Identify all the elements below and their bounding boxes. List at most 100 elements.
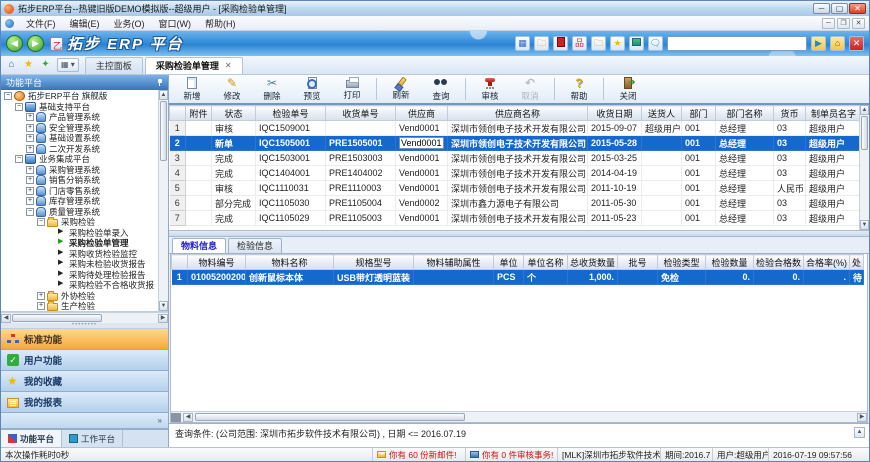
- detail-horizontal-scrollbar[interactable]: ◀ ▶: [171, 411, 867, 422]
- menu-业务(O)[interactable]: 业务(O): [107, 18, 152, 30]
- column-header-物料名称[interactable]: 物料名称: [246, 255, 334, 270]
- column-header-附件[interactable]: 附件: [186, 106, 212, 121]
- menu-帮助(H)[interactable]: 帮助(H): [198, 18, 243, 30]
- notebook-icon[interactable]: [553, 36, 568, 51]
- column-header-收货日期[interactable]: 收货日期: [588, 106, 642, 121]
- column-header-收货单号[interactable]: 收货单号: [326, 106, 396, 121]
- toolbar-button-帮助[interactable]: 帮助: [560, 75, 598, 103]
- inspection-order-row[interactable]: 5审核IQC1110031PRE1110003Vend0001深圳市领创电子技术…: [170, 181, 860, 196]
- toolbar-button-新增[interactable]: 新增: [173, 75, 211, 103]
- expand-icon[interactable]: +: [26, 197, 34, 205]
- toolbar-button-审核[interactable]: 审核: [471, 75, 509, 103]
- inline-edit-field[interactable]: Vend0001: [399, 137, 444, 149]
- toolbar-button-刷新[interactable]: 刷新: [382, 75, 420, 103]
- view-selector-button[interactable]: ▦ ▾: [57, 58, 79, 72]
- column-header-检验数量[interactable]: 检验数量: [706, 255, 754, 270]
- accordion-用户功能[interactable]: 用户功能: [1, 350, 168, 371]
- scroll-right-icon[interactable]: ▶: [158, 314, 168, 323]
- minimize-button[interactable]: ─: [813, 3, 830, 14]
- collapse-icon[interactable]: −: [26, 208, 34, 216]
- expand-icon[interactable]: +: [26, 176, 34, 184]
- toolbar-button-预览[interactable]: 预览: [293, 75, 331, 103]
- column-header-送货人[interactable]: 送货人: [642, 106, 682, 121]
- expand-icon[interactable]: +: [26, 113, 34, 121]
- inspection-order-row[interactable]: 4完成IQC1404001PRE1404002Vend0001深圳市领创电子技术…: [170, 166, 860, 181]
- inspection-order-row[interactable]: 1审核IQC1509001Vend0001深圳市领创电子技术开发有限公司2015…: [170, 121, 860, 136]
- column-header-制单员名字[interactable]: 制单员名字: [806, 106, 860, 121]
- column-header-供应商[interactable]: 供应商: [396, 106, 448, 121]
- status-mail[interactable]: 你有 60 份新邮件!: [373, 448, 466, 461]
- run-icon[interactable]: ▶: [811, 36, 826, 51]
- folder-add-icon[interactable]: 🗀: [591, 36, 606, 51]
- scroll-up-icon[interactable]: ▲: [860, 105, 869, 115]
- collapse-panel-icon[interactable]: ▲: [854, 427, 865, 438]
- expand-icon[interactable]: +: [37, 302, 45, 310]
- column-header-货币[interactable]: 货币: [774, 106, 806, 121]
- inspection-order-row[interactable]: 2新单IQC1505001PRE1505001Vend0001深圳市领创电子技术…: [170, 136, 860, 151]
- pin-icon[interactable]: [156, 79, 163, 86]
- column-header-单位[interactable]: 单位: [494, 255, 524, 270]
- column-header-总收货数量[interactable]: 总收货数量: [568, 255, 618, 270]
- folder-icon[interactable]: 🗀: [534, 36, 549, 51]
- detail-tab-检验信息[interactable]: 检验信息: [228, 238, 282, 253]
- accordion-标准功能[interactable]: 标准功能: [1, 329, 168, 350]
- expand-icon[interactable]: +: [26, 166, 34, 174]
- expand-icon[interactable]: +: [26, 187, 34, 195]
- tab-主控面板[interactable]: 主控面板: [85, 57, 143, 74]
- column-header-检验单号[interactable]: 检验单号: [256, 106, 326, 121]
- column-header-合格率(%)[interactable]: 合格率(%): [804, 255, 850, 270]
- scroll-down-icon[interactable]: ▼: [860, 220, 869, 230]
- tab-采购检验单管理[interactable]: 采购检验单管理✕: [145, 57, 243, 74]
- accordion-我的收藏[interactable]: 我的收藏: [1, 371, 168, 392]
- status-audit-tasks[interactable]: 你有 0 件审核事务!: [466, 448, 558, 461]
- scroll-left-icon[interactable]: ◀: [1, 314, 11, 323]
- menu-文件(F)[interactable]: 文件(F): [19, 18, 63, 30]
- column-header-部门[interactable]: 部门: [682, 106, 716, 121]
- help-bubble-icon[interactable]: 🗨: [648, 36, 663, 51]
- layout-icon[interactable]: ▦: [515, 36, 530, 51]
- column-header-部门名称[interactable]: 部门名称: [716, 106, 774, 121]
- expand-icon[interactable]: +: [26, 124, 34, 132]
- column-header-检验合格数[interactable]: 检验合格数: [754, 255, 804, 270]
- tree-vertical-scrollbar[interactable]: ▲ ▼: [158, 90, 168, 311]
- detail-tab-物料信息[interactable]: 物料信息: [172, 238, 226, 253]
- column-header-检验类型[interactable]: 检验类型: [658, 255, 706, 270]
- column-header-状态[interactable]: 状态: [212, 106, 256, 121]
- inspection-order-row[interactable]: 7完成IQC1105029PRE1105003Vend0001深圳市领创电子技术…: [170, 211, 860, 226]
- mdi-minimize-button[interactable]: ─: [822, 18, 835, 29]
- banner-search-input[interactable]: [667, 36, 807, 51]
- home-icon[interactable]: ⌂: [830, 36, 845, 51]
- collapse-icon[interactable]: −: [15, 103, 23, 111]
- scroll-left-icon[interactable]: ◀: [183, 413, 193, 422]
- column-header-供应商名称[interactable]: 供应商名称: [448, 106, 588, 121]
- expand-icon[interactable]: +: [37, 292, 45, 300]
- toolbar-button-查询[interactable]: 查询: [422, 75, 460, 103]
- menu-编辑(E)[interactable]: 编辑(E): [63, 18, 107, 30]
- exit-icon[interactable]: ✕: [849, 36, 864, 51]
- column-header-物料编号[interactable]: 物料编号: [188, 255, 246, 270]
- desktop-icon[interactable]: [629, 36, 644, 51]
- orgchart-icon[interactable]: 品: [572, 36, 587, 51]
- menu-窗口(W)[interactable]: 窗口(W): [152, 18, 199, 30]
- back-button[interactable]: ◀: [6, 35, 23, 52]
- scroll-down-icon[interactable]: ▼: [159, 301, 168, 311]
- toolbar-button-打印[interactable]: 打印: [333, 75, 371, 103]
- favorites-icon[interactable]: ★: [610, 36, 625, 51]
- expand-icon[interactable]: +: [26, 145, 34, 153]
- collapse-icon[interactable]: −: [4, 92, 12, 100]
- inspection-order-row[interactable]: 3完成IQC1503001PRE1503003Vend0001深圳市领创电子技术…: [170, 151, 860, 166]
- sidebar-tab-功能平台[interactable]: 功能平台: [1, 430, 62, 447]
- column-header-单位名称[interactable]: 单位名称: [524, 255, 568, 270]
- material-detail-row[interactable]: 10100520020000创新鼠标本体USB带灯透明蓝装PCS个1,000.免…: [172, 270, 864, 285]
- sidebar-tab-工作平台[interactable]: 工作平台: [62, 430, 123, 447]
- toolbar-button-修改[interactable]: 修改: [213, 75, 251, 103]
- inspection-order-row[interactable]: 6部分完成IQC1105030PRE1105004Vend0002深圳市鑫力源电…: [170, 196, 860, 211]
- maximize-button[interactable]: ▢: [831, 3, 848, 14]
- home-tab-icon[interactable]: ⌂: [4, 58, 19, 72]
- grid-vertical-scrollbar[interactable]: ▲ ▼: [859, 105, 869, 230]
- column-header-处[interactable]: 处: [850, 255, 864, 270]
- column-header-规格型号[interactable]: 规格型号: [334, 255, 414, 270]
- mdi-close-button[interactable]: ✕: [852, 18, 865, 29]
- column-header-物料辅助属性[interactable]: 物料辅助属性: [414, 255, 494, 270]
- collapse-icon[interactable]: −: [15, 155, 23, 163]
